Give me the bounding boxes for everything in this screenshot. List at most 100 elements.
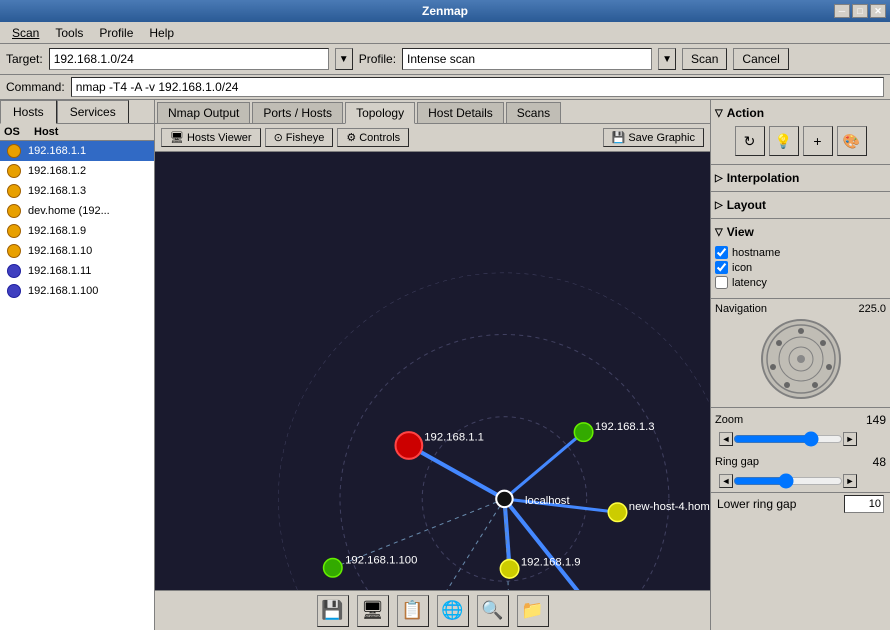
host-name: 192.168.1.9 — [28, 225, 86, 237]
host-list: 192.168.1.1 192.168.1.2 192.168.1.3 dev.… — [0, 141, 154, 630]
action-btn-add[interactable]: + — [803, 126, 833, 156]
action-btn-color[interactable]: 🎨 — [837, 126, 867, 156]
list-item[interactable]: 192.168.1.2 — [0, 161, 154, 181]
profile-input[interactable] — [402, 48, 652, 70]
bottom-btn-notes[interactable]: 📋 — [397, 595, 429, 627]
ring-gap-label: Ring gap — [715, 456, 869, 468]
tab-scans[interactable]: Scans — [506, 102, 561, 123]
list-item[interactable]: 192.168.1.11 — [0, 261, 154, 281]
checkbox-latency[interactable] — [715, 276, 728, 289]
os-icon — [4, 263, 24, 279]
bottom-btn-browser[interactable]: 🌐 — [437, 595, 469, 627]
bottom-btn-terminal[interactable]: 🖥 — [357, 595, 389, 627]
zoom-section: Zoom 149 ◄ ► — [711, 408, 890, 450]
action-header[interactable]: ▽ Action — [715, 104, 886, 122]
node-label-localhost: localhost — [525, 495, 570, 507]
nav-circle-container — [715, 319, 886, 399]
os-icon — [4, 183, 24, 199]
os-icon — [4, 283, 24, 299]
ring-gap-slider[interactable] — [733, 475, 843, 487]
list-item[interactable]: 192.168.1.3 — [0, 181, 154, 201]
navigation-widget[interactable] — [761, 319, 841, 399]
tab-hosts[interactable]: Hosts — [0, 100, 57, 124]
left-panel: Hosts Services OS Host 192.168.1.1 192.1… — [0, 100, 155, 630]
tab-services[interactable]: Services — [57, 100, 129, 123]
tab-host-details[interactable]: Host Details — [417, 102, 504, 123]
interpolation-label: Interpolation — [727, 171, 800, 185]
host-list-header: OS Host — [0, 124, 154, 141]
host-name: 192.168.1.3 — [28, 185, 86, 197]
interpolation-header[interactable]: ▷ Interpolation — [715, 169, 886, 187]
command-label: Command: — [6, 80, 65, 94]
controls-button[interactable]: ⚙ Controls — [337, 128, 409, 147]
list-item[interactable]: dev.home (192... — [0, 201, 154, 221]
minimize-button[interactable]: ─ — [834, 4, 850, 18]
bottom-btn-folder[interactable]: 📁 — [517, 595, 549, 627]
ring-gap-right-arrow[interactable]: ► — [843, 474, 857, 488]
checkbox-row-icon: icon — [715, 260, 886, 275]
checkbox-latency-label: latency — [732, 277, 767, 289]
maximize-button[interactable]: □ — [852, 4, 868, 18]
profile-dropdown[interactable]: ▼ — [658, 48, 676, 70]
center-panel: Nmap Output Ports / Hosts Topology Host … — [155, 100, 710, 630]
ring-gap-value: 48 — [873, 455, 886, 469]
list-item[interactable]: 192.168.1.9 — [0, 221, 154, 241]
zoom-slider[interactable] — [733, 433, 843, 445]
command-input[interactable] — [71, 77, 884, 97]
menu-profile[interactable]: Profile — [91, 24, 141, 42]
navigation-value: 225.0 — [858, 303, 886, 315]
view-checkboxes: hostname icon latency — [715, 241, 886, 294]
list-item[interactable]: 192.168.1.1 — [0, 141, 154, 161]
menu-help[interactable]: Help — [141, 24, 182, 42]
profile-label: Profile: — [359, 52, 396, 66]
menu-tools[interactable]: Tools — [47, 24, 91, 42]
host-name: dev.home (192... — [28, 205, 110, 217]
zoom-label: Zoom — [715, 414, 862, 426]
layout-header[interactable]: ▷ Layout — [715, 196, 886, 214]
bottom-btn-search[interactable]: 🔍 — [477, 595, 509, 627]
list-item[interactable]: 192.168.1.100 — [0, 281, 154, 301]
checkbox-hostname[interactable] — [715, 246, 728, 259]
tab-ports-hosts[interactable]: Ports / Hosts — [252, 102, 343, 123]
action-btn-light[interactable]: 💡 — [769, 126, 799, 156]
host-name: 192.168.1.2 — [28, 165, 86, 177]
fisheye-button[interactable]: ⊙ Fisheye — [265, 128, 334, 147]
cancel-button[interactable]: Cancel — [733, 48, 788, 70]
os-icon — [4, 163, 24, 179]
ring-gap-section: Ring gap 48 ◄ ► — [711, 450, 890, 492]
save-graphic-icon: 💾 — [612, 131, 626, 144]
hosts-viewer-button[interactable]: 🖥 Hosts Viewer — [161, 128, 261, 147]
zoom-value: 149 — [866, 413, 886, 427]
topology-toolbar-left: 🖥 Hosts Viewer ⊙ Fisheye ⚙ Controls — [161, 128, 409, 147]
layout-triangle: ▷ — [715, 200, 723, 211]
list-item[interactable]: 192.168.1.10 — [0, 241, 154, 261]
target-input[interactable] — [49, 48, 329, 70]
action-triangle: ▽ — [715, 108, 723, 119]
action-btn-refresh[interactable]: ↻ — [735, 126, 765, 156]
zoom-right-arrow[interactable]: ► — [843, 432, 857, 446]
node-label-100: 192.168.1.100 — [345, 555, 417, 567]
checkbox-icon-label: icon — [732, 262, 752, 274]
topology-canvas[interactable]: localhost 192.168.1.1 192.168.1.3 192.16… — [155, 152, 710, 630]
close-button[interactable]: ✕ — [870, 4, 886, 18]
target-dropdown[interactable]: ▼ — [335, 48, 353, 70]
bottom-btn-save[interactable]: 💾 — [317, 595, 349, 627]
menu-scan[interactable]: Scan — [4, 24, 47, 42]
window-controls: ─ □ ✕ — [834, 4, 886, 18]
layout-label: Layout — [727, 198, 766, 212]
col-os-header: OS — [4, 126, 34, 138]
tab-topology[interactable]: Topology — [345, 102, 415, 124]
os-icon — [4, 243, 24, 259]
view-header[interactable]: ▽ View — [715, 223, 886, 241]
tab-nmap-output[interactable]: Nmap Output — [157, 102, 250, 123]
lower-ring-label: Lower ring gap — [717, 497, 796, 511]
scan-button[interactable]: Scan — [682, 48, 727, 70]
topology-toolbar: 🖥 Hosts Viewer ⊙ Fisheye ⚙ Controls 💾 Sa… — [155, 124, 710, 152]
col-host-header: Host — [34, 126, 150, 138]
zoom-slider-container: ◄ ► — [715, 430, 886, 448]
save-graphic-button[interactable]: 💾 Save Graphic — [603, 128, 704, 147]
checkbox-icon[interactable] — [715, 261, 728, 274]
lower-ring-input[interactable] — [844, 495, 884, 513]
zoom-left-arrow[interactable]: ◄ — [719, 432, 733, 446]
ring-gap-left-arrow[interactable]: ◄ — [719, 474, 733, 488]
